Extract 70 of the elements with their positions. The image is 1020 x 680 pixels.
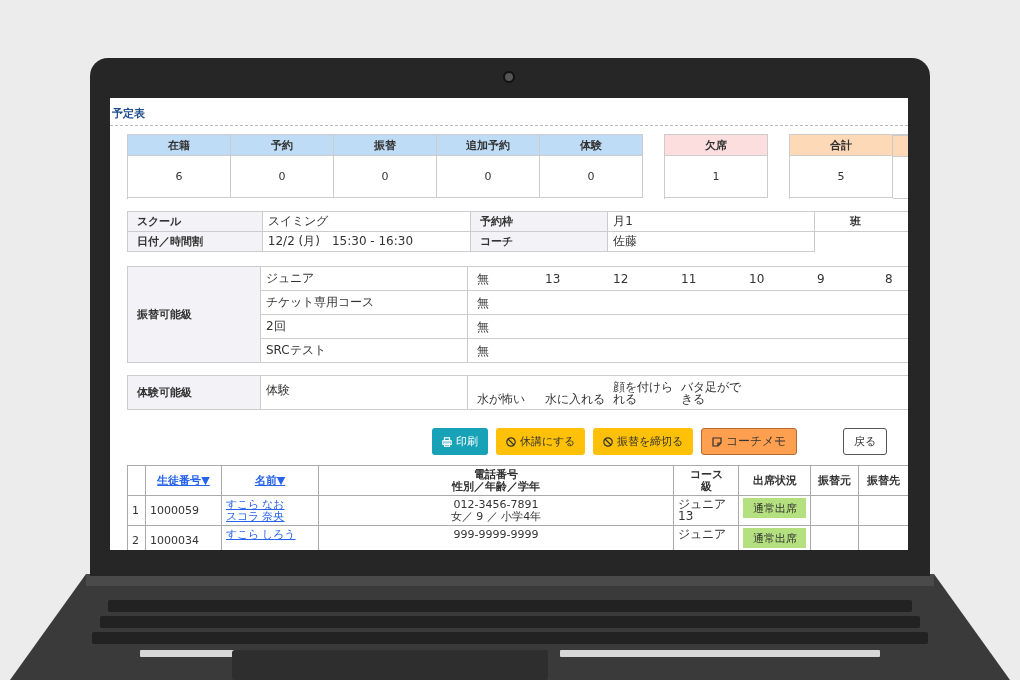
sort-link[interactable]: 名前▼: [254, 473, 286, 487]
level-label: 顔を付けられる: [613, 380, 674, 405]
info-label: 予約枠: [470, 211, 608, 232]
level-label: 13: [545, 272, 562, 285]
column-header: 振替元: [810, 465, 859, 496]
info-value: 佐藤: [607, 231, 815, 252]
table-cell: ジュニア 13: [673, 495, 739, 526]
student-name-link[interactable]: スコラ 奈央: [226, 510, 285, 523]
summary-header: 在籍: [128, 135, 231, 156]
attendance-status: 通常出席: [743, 498, 806, 518]
level-label: バタ足ができる: [681, 380, 742, 405]
summary-header: 振替: [334, 135, 437, 156]
course-name: ジュニア: [260, 266, 468, 291]
student-name-link[interactable]: すこら しろう: [226, 528, 296, 541]
cancel-button[interactable]: 休講にする: [496, 428, 585, 455]
summary-value: 6: [128, 156, 231, 198]
info-label: 日付／時間割: [127, 231, 263, 252]
print-button[interactable]: 印刷: [432, 428, 488, 455]
level-label: 水に入れる: [545, 392, 606, 405]
info-label: 班: [814, 211, 908, 232]
level-label: 無: [477, 272, 490, 285]
level-label: 11: [681, 272, 698, 285]
prohibited-icon: [506, 436, 516, 447]
column-header: 振替先: [858, 465, 908, 496]
summary-value: 0: [540, 156, 643, 198]
level-label: 無: [477, 344, 490, 357]
student-name-link[interactable]: すこら なお: [226, 498, 285, 511]
info-label: スクール: [127, 211, 263, 232]
back-button[interactable]: 戻る: [843, 428, 887, 455]
level-label: 水が怖い: [477, 392, 526, 405]
summary-header: 体験: [540, 135, 643, 156]
info-value: 月1: [607, 211, 815, 232]
course-name: 2回: [260, 314, 468, 339]
summary-header: 合計: [790, 135, 893, 156]
summary-value: 0: [334, 156, 437, 198]
column-header: コース 級: [673, 465, 739, 496]
summary-value: 1: [665, 156, 768, 198]
column-header: 電話番号 性別／年齢／学年: [318, 465, 674, 496]
column-header: 出席状況: [738, 465, 811, 496]
close-button[interactable]: 振替を締切る: [593, 428, 693, 455]
table-cell: 1000059: [145, 495, 222, 526]
table-cell: 1: [127, 495, 146, 526]
level-label: 無: [477, 296, 490, 309]
info-value: 12/2 (月) 15:30 - 16:30: [262, 231, 471, 252]
level-label: 8: [885, 272, 894, 285]
level-group-label: 振替可能級: [127, 266, 261, 363]
sort-link[interactable]: 生徒番号▼: [157, 473, 210, 487]
course-name: チケット専用コース: [260, 290, 468, 315]
table-cell: 2: [127, 525, 146, 550]
summary-header: 追加予約: [437, 135, 540, 156]
level-label: 無: [477, 320, 490, 333]
prohibited-icon: [603, 436, 613, 447]
summary-value: 0: [437, 156, 540, 198]
course-name: SRCテスト: [260, 338, 468, 363]
info-value: スイミング: [262, 211, 471, 232]
summary-value: 0: [231, 156, 334, 198]
table-cell: 012-3456-7891 女／ 9 ／ 小学4年: [318, 495, 674, 526]
level-group-label: 体験可能級: [127, 375, 261, 410]
level-label: 10: [749, 272, 766, 285]
level-label: 9: [817, 272, 826, 285]
memo-button[interactable]: コーチメモ: [701, 428, 797, 455]
level-label: 12: [613, 272, 630, 285]
summary-header: 欠席: [665, 135, 768, 156]
page-title: 予定表: [112, 107, 145, 120]
summary-value: 5: [790, 156, 893, 198]
attendance-status: 通常出席: [743, 528, 806, 548]
printer-icon: [442, 436, 452, 447]
summary-header: 予約: [231, 135, 334, 156]
note-icon: [712, 436, 722, 447]
course-name: 体験: [260, 375, 468, 410]
